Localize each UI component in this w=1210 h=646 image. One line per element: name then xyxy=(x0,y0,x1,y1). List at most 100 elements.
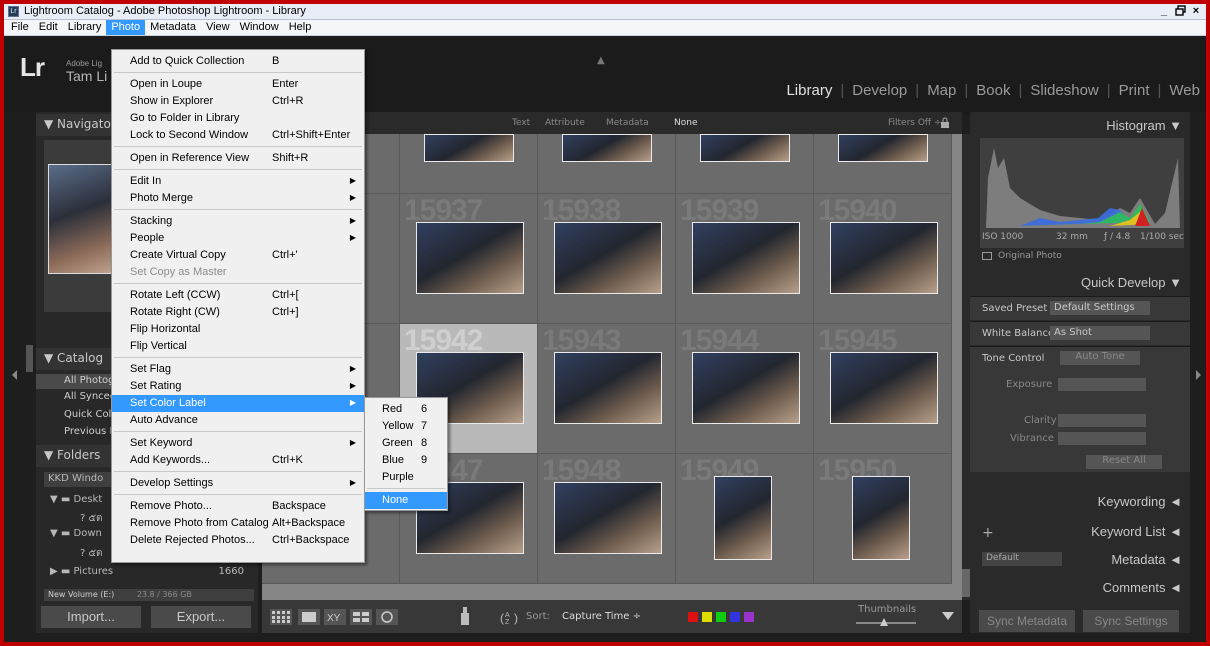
folder-pictures[interactable]: ▶ ▬ Pictures 1660 xyxy=(44,566,254,581)
menu-item-green[interactable]: Green 8 xyxy=(365,435,447,452)
menu-item-add-to-quick-collection[interactable]: Add to Quick Collection B xyxy=(112,53,364,70)
comments-header[interactable]: Comments ◄ xyxy=(1103,580,1182,595)
menu-item-create-virtual-copy[interactable]: Create Virtual Copy Ctrl+' xyxy=(112,247,364,264)
grid-cell-15948[interactable]: 15948 xyxy=(538,454,676,584)
lock-icon[interactable] xyxy=(940,117,950,128)
metadata-header[interactable]: Metadata ◄ xyxy=(1111,552,1182,567)
left-panel-handle[interactable] xyxy=(26,345,33,372)
thumbnail-image[interactable] xyxy=(852,476,910,560)
compare-view-icon[interactable]: XY xyxy=(324,609,346,625)
menu-library[interactable]: Library xyxy=(63,20,107,35)
menu-item-photo-merge[interactable]: Photo Merge ▶ xyxy=(112,190,364,207)
grid-cell-15937[interactable]: 15937 xyxy=(400,194,538,324)
menu-item-rotate-right-cw[interactable]: Rotate Right (CW) Ctrl+] xyxy=(112,304,364,321)
thumbnail-image[interactable] xyxy=(714,476,772,560)
module-print[interactable]: Print xyxy=(1119,82,1150,99)
filter-metadata[interactable]: Metadata xyxy=(606,118,649,128)
add-keyword-plus-icon[interactable]: + xyxy=(982,525,994,541)
menu-file[interactable]: File xyxy=(6,20,34,35)
thumbnail-image[interactable] xyxy=(554,222,662,294)
menu-view[interactable]: View xyxy=(201,20,235,35)
original-photo-checkbox[interactable] xyxy=(982,252,992,260)
menu-item-show-in-explorer[interactable]: Show in Explorer Ctrl+R xyxy=(112,93,364,110)
grid-cell-15944[interactable]: 15944 xyxy=(676,324,814,454)
menu-item-go-to-folder-in-library[interactable]: Go to Folder in Library xyxy=(112,110,364,127)
metadata-preset-dropdown[interactable]: Default xyxy=(982,552,1062,566)
module-web[interactable]: Web xyxy=(1169,82,1200,99)
grid-scrollbar-thumb[interactable] xyxy=(962,569,970,597)
grid-cell[interactable] xyxy=(676,134,814,194)
grid-cell-15939[interactable]: 15939 xyxy=(676,194,814,324)
sync-metadata-button[interactable]: Sync Metadata xyxy=(978,609,1076,633)
menu-item-delete-rejected-photos[interactable]: Delete Rejected Photos... Ctrl+Backspace xyxy=(112,532,364,549)
minimize-button[interactable]: _ xyxy=(1157,5,1171,18)
menu-item-flip-vertical[interactable]: Flip Vertical xyxy=(112,338,364,355)
toolbar-menu-arrow-icon[interactable] xyxy=(942,612,954,620)
histogram-header[interactable]: Histogram ▼ xyxy=(1106,118,1182,133)
module-map[interactable]: Map xyxy=(927,82,956,99)
people-view-icon[interactable] xyxy=(376,609,398,625)
thumbnail-image[interactable] xyxy=(700,134,790,162)
module-library[interactable]: Library xyxy=(786,82,832,99)
menu-item-edit-in[interactable]: Edit In ▶ xyxy=(112,173,364,190)
color-label-filter-swatch[interactable] xyxy=(688,612,698,622)
menu-item-open-in-reference-view[interactable]: Open in Reference View Shift+R xyxy=(112,150,364,167)
sort-direction-icon[interactable]: (AZ) xyxy=(500,609,522,625)
menu-photo[interactable]: Photo xyxy=(106,20,146,35)
menu-item-set-flag[interactable]: Set Flag ▶ xyxy=(112,361,364,378)
module-develop[interactable]: Develop xyxy=(852,82,907,99)
menu-help[interactable]: Help xyxy=(284,20,317,35)
thumbnail-image[interactable] xyxy=(838,134,928,162)
painter-icon[interactable] xyxy=(460,607,470,627)
exposure-buttons[interactable] xyxy=(1058,378,1146,391)
grid-cell-15945[interactable]: 15945 xyxy=(814,324,952,454)
menu-item-rotate-left-ccw[interactable]: Rotate Left (CCW) Ctrl+[ xyxy=(112,287,364,304)
grid-cell-15950[interactable]: 15950 xyxy=(814,454,952,584)
menu-item-none[interactable]: None xyxy=(365,492,447,509)
menu-edit[interactable]: Edit xyxy=(34,20,63,35)
menu-item-remove-photo[interactable]: Remove Photo... Backspace xyxy=(112,498,364,515)
grid-view-icon[interactable] xyxy=(270,609,292,625)
sync-settings-button[interactable]: Sync Settings xyxy=(1082,609,1180,633)
menu-item-set-color-label[interactable]: Set Color Label ▶ xyxy=(112,395,364,412)
reset-all-button[interactable]: Reset All xyxy=(1086,455,1162,469)
keywording-header[interactable]: Keywording ◄ xyxy=(1098,494,1182,509)
thumbnail-image[interactable] xyxy=(416,222,524,294)
menu-item-red[interactable]: Red 6 xyxy=(365,401,447,418)
module-book[interactable]: Book xyxy=(976,82,1010,99)
filter-attribute[interactable]: Attribute xyxy=(545,118,585,128)
menu-item-stacking[interactable]: Stacking ▶ xyxy=(112,213,364,230)
menu-item-people[interactable]: People ▶ xyxy=(112,230,364,247)
saved-preset-dropdown[interactable]: Default Settings xyxy=(1050,301,1150,315)
grid-cell[interactable] xyxy=(538,134,676,194)
filter-text[interactable]: Text xyxy=(512,118,530,128)
menu-item-add-keywords[interactable]: Add Keywords... Ctrl+K xyxy=(112,452,364,469)
thumbnail-image[interactable] xyxy=(692,352,800,424)
filters-off-dropdown[interactable]: Filters Off ÷ xyxy=(888,118,942,128)
thumbnail-image[interactable] xyxy=(554,352,662,424)
thumbnail-image[interactable] xyxy=(692,222,800,294)
menu-window[interactable]: Window xyxy=(235,20,284,35)
menu-item-flip-horizontal[interactable]: Flip Horizontal xyxy=(112,321,364,338)
menu-item-set-keyword[interactable]: Set Keyword ▶ xyxy=(112,435,364,452)
collapse-top-arrow-icon[interactable]: ▲ xyxy=(597,55,605,66)
menu-item-blue[interactable]: Blue 9 xyxy=(365,452,447,469)
vibrance-buttons[interactable] xyxy=(1058,432,1146,445)
survey-view-icon[interactable] xyxy=(350,609,372,625)
menu-item-set-rating[interactable]: Set Rating ▶ xyxy=(112,378,364,395)
color-label-filter-swatch[interactable] xyxy=(744,612,754,622)
grid-cell-15943[interactable]: 15943 xyxy=(538,324,676,454)
thumbnail-image[interactable] xyxy=(830,222,938,294)
loupe-view-icon[interactable] xyxy=(298,609,320,625)
grid-cell-15938[interactable]: 15938 xyxy=(538,194,676,324)
grid-cell-15949[interactable]: 15949 xyxy=(676,454,814,584)
white-balance-dropdown[interactable]: As Shot xyxy=(1050,326,1150,340)
grid-cell[interactable] xyxy=(814,134,952,194)
menu-item-purple[interactable]: Purple xyxy=(365,469,447,486)
keyword-list-header[interactable]: Keyword List ◄ xyxy=(1091,524,1182,539)
maximize-button[interactable] xyxy=(1173,5,1187,18)
import-button[interactable]: Import... xyxy=(40,605,142,629)
sort-dropdown[interactable]: Capture Time ÷ xyxy=(562,611,641,622)
auto-tone-button[interactable]: Auto Tone xyxy=(1060,351,1140,365)
color-label-filter-swatch[interactable] xyxy=(730,612,740,622)
